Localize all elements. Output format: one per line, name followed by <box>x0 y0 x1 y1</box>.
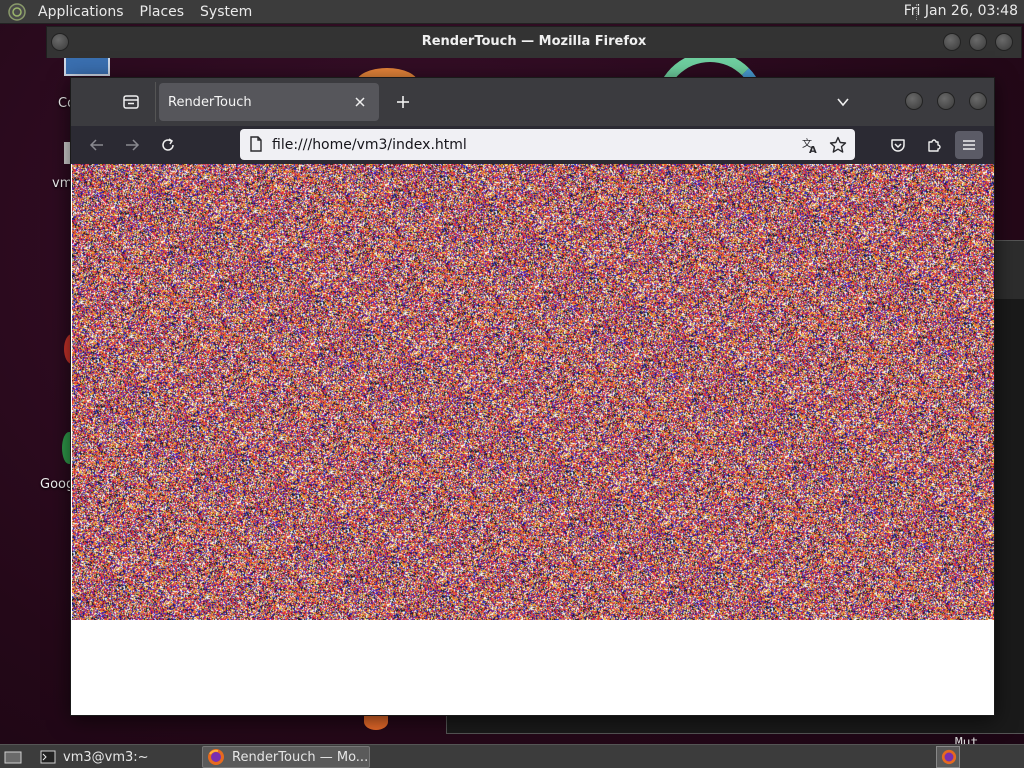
pocket-button[interactable] <box>884 131 912 159</box>
top-panel: Applications Places System Fri Jan 26, 0… <box>0 0 1024 24</box>
browser-maximize-button[interactable] <box>937 92 955 110</box>
firefox-icon <box>941 749 957 765</box>
page-icon <box>250 136 262 152</box>
bottom-taskbar: vm3@vm3:~ RenderTouch — Mo... <box>0 744 1024 768</box>
show-desktop-icon <box>4 751 22 764</box>
menu-places[interactable]: Places <box>132 4 193 20</box>
bookmark-star-icon[interactable] <box>829 136 847 154</box>
window-minimize-button[interactable] <box>943 33 961 51</box>
terminal-icon <box>40 750 56 764</box>
page-content-blank[interactable] <box>71 620 994 715</box>
menu-system[interactable]: System <box>192 4 260 20</box>
firefox-icon <box>208 749 224 765</box>
noise-canvas[interactable] <box>72 164 994 620</box>
app-menu-button[interactable] <box>955 131 983 159</box>
close-icon <box>355 97 365 107</box>
firefox-outer-window[interactable]: RenderTouch — Mozilla Firefox <box>46 26 1022 58</box>
mate-logo-icon[interactable] <box>8 2 26 21</box>
tab-close-button[interactable] <box>349 91 371 113</box>
list-all-tabs-button[interactable] <box>831 90 855 114</box>
tray-firefox-button[interactable] <box>936 746 960 768</box>
clock[interactable]: Fri Jan 26, 03:48 <box>904 3 1018 19</box>
wallpaper-bottom-shape <box>364 714 388 730</box>
tab-bar: RenderTouch <box>71 78 994 126</box>
reload-icon <box>162 138 174 151</box>
navigation-toolbar: file:///home/vm3/index.html 文 A <box>71 126 994 164</box>
chevron-down-icon <box>837 98 849 107</box>
tab-separator <box>155 82 156 122</box>
plus-icon <box>397 96 409 108</box>
tab-title: RenderTouch <box>168 94 252 110</box>
window-close-button[interactable] <box>995 33 1013 51</box>
arrow-right-icon <box>126 139 140 151</box>
forward-button[interactable] <box>118 131 146 159</box>
svg-text:A: A <box>809 145 817 154</box>
page-content-noise-canvas[interactable] <box>72 164 994 620</box>
translate-icon[interactable]: 文 A <box>801 136 819 154</box>
firefox-browser-window[interactable]: RenderTouch file:///home/vm3/index.html … <box>70 77 995 716</box>
puzzle-icon <box>928 139 941 152</box>
address-bar[interactable]: file:///home/vm3/index.html 文 A <box>240 129 855 160</box>
arrow-left-icon <box>89 139 103 151</box>
new-tab-button[interactable] <box>391 90 415 114</box>
show-desktop-button[interactable] <box>2 746 24 768</box>
firefox-view-button[interactable] <box>119 90 143 114</box>
taskbar-item-firefox[interactable]: RenderTouch — Mo... <box>202 746 370 768</box>
back-button[interactable] <box>83 131 111 159</box>
hamburger-menu-icon <box>963 140 975 150</box>
taskbar-item-label: RenderTouch — Mo... <box>232 749 369 765</box>
reload-button[interactable] <box>154 131 182 159</box>
url-input[interactable]: file:///home/vm3/index.html <box>272 137 801 153</box>
pocket-icon <box>891 139 905 152</box>
window-maximize-button[interactable] <box>969 33 987 51</box>
window-title: RenderTouch — Mozilla Firefox <box>421 34 647 49</box>
taskbar-item-terminal[interactable]: vm3@vm3:~ <box>36 746 194 768</box>
extensions-button[interactable] <box>920 131 948 159</box>
browser-close-button[interactable] <box>969 92 987 110</box>
menu-applications[interactable]: Applications <box>30 4 132 20</box>
firefox-view-icon <box>123 95 139 109</box>
tab-rendertouch[interactable]: RenderTouch <box>159 83 379 121</box>
taskbar-item-label: vm3@vm3:~ <box>63 749 149 765</box>
browser-minimize-button[interactable] <box>905 92 923 110</box>
